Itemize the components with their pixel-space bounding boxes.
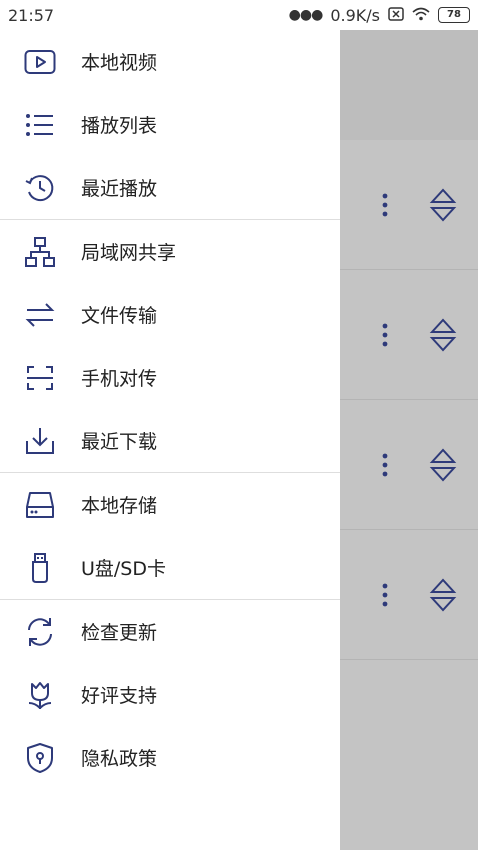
menu-item-file-transfer[interactable]: 文件传输 <box>0 283 340 346</box>
menu-item-label: 文件传输 <box>81 305 158 327</box>
menu-item-local-video[interactable]: 本地视频 <box>0 30 340 93</box>
background-row[interactable] <box>340 140 478 270</box>
status-indicators: ●●● 0.9K/s 78 <box>289 6 470 25</box>
sort-icon[interactable] <box>428 577 458 613</box>
menu-item-phone-transfer[interactable]: 手机对传 <box>0 346 340 409</box>
menu-item-label: 隐私政策 <box>81 748 158 770</box>
menu-item-lan-share[interactable]: 局域网共享 <box>0 220 340 283</box>
refresh-icon <box>24 616 56 648</box>
video-icon <box>24 46 56 78</box>
battery-icon: 78 <box>438 7 470 23</box>
more-vert-icon[interactable] <box>378 581 392 609</box>
menu-item-local-storage[interactable]: 本地存储 <box>0 473 340 536</box>
background-row[interactable] <box>340 530 478 660</box>
background-row[interactable] <box>340 400 478 530</box>
more-dots-icon: ●●● <box>288 7 324 23</box>
status-time: 21:57 <box>8 5 55 25</box>
background-row[interactable] <box>340 270 478 400</box>
status-bar: 21:57 ●●● 0.9K/s 78 <box>0 0 478 30</box>
wifi-icon <box>412 6 430 25</box>
storage-icon <box>24 489 56 521</box>
background-content[interactable] <box>340 30 478 850</box>
menu-item-label: U盘/SD卡 <box>81 558 166 580</box>
menu-item-label: 检查更新 <box>81 622 158 644</box>
flower-icon <box>24 679 56 711</box>
menu-item-playlist[interactable]: 播放列表 <box>0 93 340 156</box>
sort-icon[interactable] <box>428 317 458 353</box>
menu-item-rate-support[interactable]: 好评支持 <box>0 663 340 726</box>
download-icon <box>24 425 56 457</box>
list-icon <box>24 109 56 141</box>
menu-item-label: 本地存储 <box>81 495 158 517</box>
sim-icon <box>388 6 404 25</box>
menu-item-usb-sd[interactable]: U盘/SD卡 <box>0 536 340 599</box>
menu-item-label: 局域网共享 <box>81 242 177 264</box>
navigation-drawer: 本地视频 播放列表 最近播放 局域网共享 文件传输 手机对传 最近下载 本地存储… <box>0 30 340 850</box>
menu-item-label: 最近播放 <box>81 178 158 200</box>
more-vert-icon[interactable] <box>378 321 392 349</box>
menu-item-recent-download[interactable]: 最近下载 <box>0 409 340 472</box>
background-header <box>340 30 478 140</box>
more-vert-icon[interactable] <box>378 451 392 479</box>
sort-icon[interactable] <box>428 187 458 223</box>
menu-item-label: 好评支持 <box>81 685 158 707</box>
network-icon <box>24 236 56 268</box>
transfer-icon <box>24 299 56 331</box>
menu-item-privacy-policy[interactable]: 隐私政策 <box>0 726 340 789</box>
usb-icon <box>24 552 56 584</box>
more-vert-icon[interactable] <box>378 191 392 219</box>
menu-item-label: 播放列表 <box>81 115 158 137</box>
scan-icon <box>24 362 56 394</box>
menu-item-recent-play[interactable]: 最近播放 <box>0 156 340 219</box>
sort-icon[interactable] <box>428 447 458 483</box>
menu-item-label: 最近下载 <box>81 431 158 453</box>
network-speed: 0.9K/s <box>330 5 380 25</box>
menu-item-label: 手机对传 <box>81 368 158 390</box>
menu-item-label: 本地视频 <box>81 52 158 74</box>
shield-icon <box>24 742 56 774</box>
menu-item-check-update[interactable]: 检查更新 <box>0 600 340 663</box>
history-icon <box>24 172 56 204</box>
